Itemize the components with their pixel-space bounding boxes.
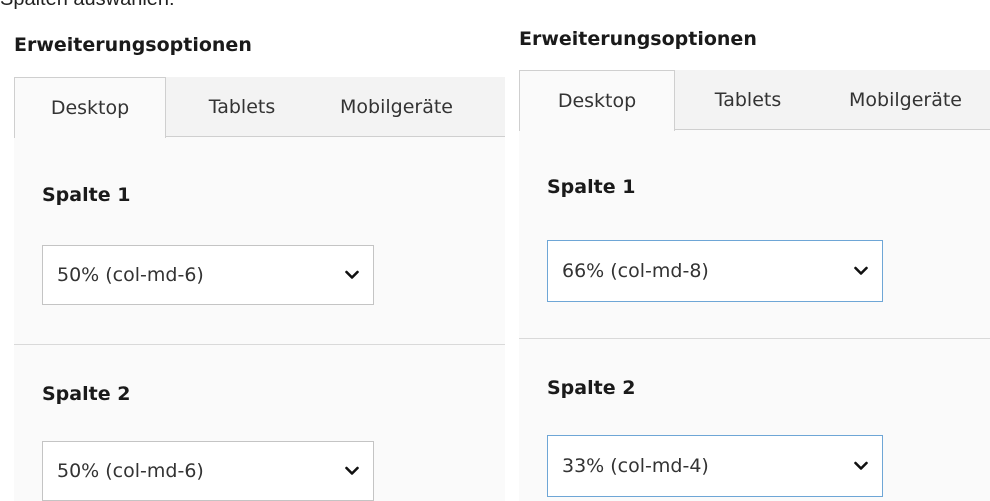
tab-mobilgeraete[interactable]: Mobilgeräte <box>318 77 505 137</box>
column-1-label: Spalte 1 <box>42 184 131 206</box>
column-2-select[interactable]: 33% (col-md-4) <box>547 435 883 497</box>
column-1-select[interactable]: 66% (col-md-8) <box>547 240 883 302</box>
panel-title: Erweiterungsoptionen <box>519 28 757 50</box>
column-1-value: 50% (col-md-6) <box>57 264 204 286</box>
tab-mobilgeraete[interactable]: Mobilgeräte <box>821 70 990 130</box>
tab-desktop[interactable]: Desktop <box>14 77 166 138</box>
column-2-label: Spalte 2 <box>547 377 636 399</box>
column-2-section: Spalte 2 50% (col-md-6) <box>14 345 505 501</box>
chevron-down-icon <box>854 266 868 275</box>
column-2-label: Spalte 2 <box>42 383 131 405</box>
column-2-value: 50% (col-md-6) <box>57 460 204 482</box>
tab-tablets[interactable]: Tablets <box>166 77 318 137</box>
options-panel-right: Erweiterungsoptionen Desktop Tablets Mob… <box>519 12 990 501</box>
panel-title: Erweiterungsoptionen <box>14 34 252 56</box>
tab-content: Spalte 1 66% (col-md-8) Spalte 2 33% (co… <box>519 130 990 501</box>
column-1-label: Spalte 1 <box>547 176 636 198</box>
chevron-down-icon <box>854 461 868 470</box>
tab-tablets[interactable]: Tablets <box>675 70 821 130</box>
column-2-value: 33% (col-md-4) <box>562 455 709 477</box>
caption-text: Spalten auswählen: <box>0 0 175 11</box>
options-panel-left: Erweiterungsoptionen Desktop Tablets Mob… <box>14 12 505 501</box>
tab-desktop[interactable]: Desktop <box>519 70 675 131</box>
tab-content: Spalte 1 50% (col-md-6) Spalte 2 50% (co… <box>14 136 505 501</box>
column-2-section: Spalte 2 33% (col-md-4) <box>519 339 990 501</box>
tab-bar: Desktop Tablets Mobilgeräte <box>519 70 990 131</box>
column-1-value: 66% (col-md-8) <box>562 260 709 282</box>
column-1-section: Spalte 1 66% (col-md-8) <box>519 130 990 338</box>
tab-bar: Desktop Tablets Mobilgeräte <box>14 77 505 138</box>
chevron-down-icon <box>345 466 359 475</box>
chevron-down-icon <box>345 270 359 279</box>
column-1-section: Spalte 1 50% (col-md-6) <box>14 136 505 344</box>
column-2-select[interactable]: 50% (col-md-6) <box>42 441 374 501</box>
column-1-select[interactable]: 50% (col-md-6) <box>42 245 374 305</box>
